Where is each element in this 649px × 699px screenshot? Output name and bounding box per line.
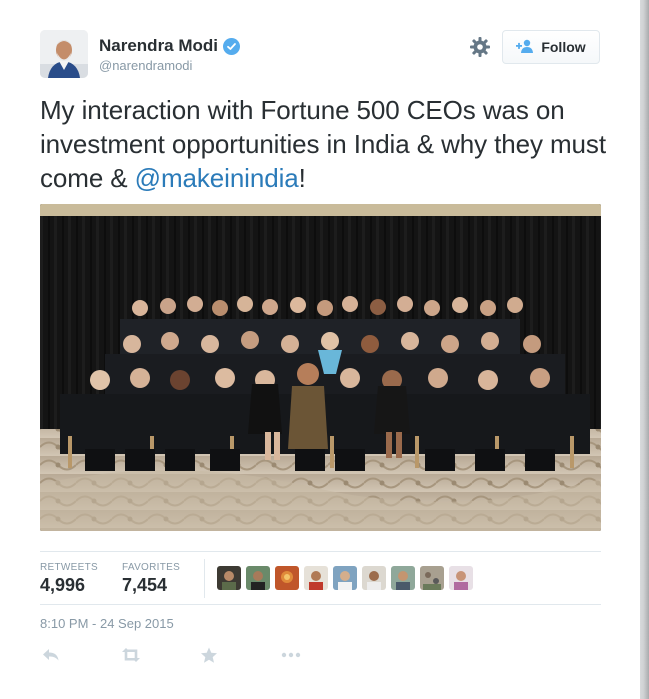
- user-name[interactable]: Narendra Modi: [99, 36, 241, 56]
- divider: [40, 604, 601, 605]
- timestamp[interactable]: 8:10 PM - 24 Sep 2015: [40, 616, 174, 631]
- tweet-photo[interactable]: [40, 204, 601, 531]
- favoriter-avatar[interactable]: [333, 566, 357, 590]
- reply-icon[interactable]: [42, 647, 64, 665]
- favoriter-avatar[interactable]: [362, 566, 386, 590]
- verified-badge-icon: [223, 37, 241, 55]
- tweet-text-end: !: [298, 163, 306, 193]
- avatar-image: [40, 30, 88, 78]
- favoriter-avatar[interactable]: [391, 566, 415, 590]
- mention-link[interactable]: @makeinindia: [135, 163, 299, 193]
- gear-icon[interactable]: [469, 36, 491, 58]
- follow-label: Follow: [541, 39, 586, 55]
- favoriter-avatar[interactable]: [246, 566, 270, 590]
- favoriter-avatar[interactable]: [304, 566, 328, 590]
- user-handle[interactable]: @narendramodi: [99, 58, 192, 73]
- favoriter-avatar[interactable]: [217, 566, 241, 590]
- favoriter-avatar[interactable]: [449, 566, 473, 590]
- star-icon[interactable]: [200, 647, 222, 665]
- retweet-icon[interactable]: [120, 647, 142, 665]
- divider: [40, 551, 601, 552]
- favorites-label: FAVORITES: [122, 562, 181, 573]
- more-icon[interactable]: [280, 647, 302, 665]
- favoriter-avatar[interactable]: [420, 566, 444, 590]
- tweet-text-body: My interaction with Fortune 500 CEOs was…: [40, 95, 606, 193]
- retweets-count[interactable]: 4,996: [40, 575, 85, 596]
- favoriter-avatar[interactable]: [275, 566, 299, 590]
- window-edge: [640, 0, 649, 699]
- retweets-label: RETWEETS: [40, 562, 98, 573]
- follow-button[interactable]: Follow: [502, 30, 600, 64]
- favorites-count[interactable]: 7,454: [122, 575, 167, 596]
- tweet-card: Narendra Modi @narendramodi Follow My in…: [0, 0, 641, 699]
- group-photo-image: [40, 204, 601, 531]
- tweet-text: My interaction with Fortune 500 CEOs was…: [40, 93, 610, 195]
- user-name-text: Narendra Modi: [99, 36, 219, 55]
- favoriter-avatars: [217, 566, 473, 590]
- avatar[interactable]: [40, 30, 88, 78]
- add-user-icon: [516, 39, 534, 56]
- divider: [204, 559, 205, 598]
